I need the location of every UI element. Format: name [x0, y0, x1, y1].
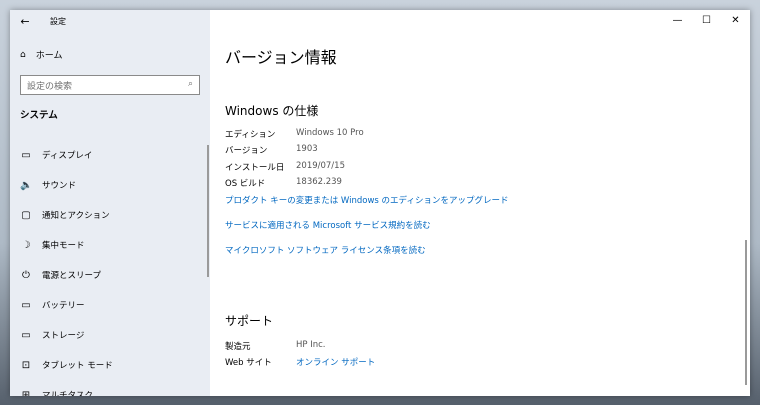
spec-row: エディション Windows 10 Pro: [225, 128, 364, 144]
spec-label: バージョン: [225, 146, 268, 157]
spec-heading: Windows の仕様: [225, 104, 319, 118]
storage-icon: ▭: [21, 329, 31, 341]
battery-icon: ▭: [21, 299, 31, 311]
spec-label: インストール日: [225, 162, 285, 173]
service-agreement-link[interactable]: サービスに適用される Microsoft サービス規約を読む: [225, 219, 431, 231]
spec-value: 18362.239: [296, 176, 342, 187]
spec-row: インストール日 2019/07/15: [225, 161, 364, 177]
sidebar-item-label: タブレット モード: [42, 361, 113, 371]
sidebar-nav: ▭ ディスプレイ 🔈 サウンド ▢ 通知とアクション ☽ 集中モード ⏻ 電源とスリープ ▭ バッテリ…: [10, 140, 210, 397]
sidebar-home[interactable]: ⌂ ホーム: [20, 48, 63, 62]
spec-label: エディション: [225, 130, 276, 140]
notification-icon: ▢: [21, 209, 31, 221]
display-icon: ▭: [21, 149, 31, 161]
sidebar-item-focus[interactable]: ☽ 集中モード: [10, 230, 210, 260]
sidebar-item-label: サウンド: [42, 181, 77, 191]
home-label: ホーム: [35, 51, 63, 61]
settings-window: ← 設定 ⌂ ホーム 設定の検索 ⌕ システム ▭ ディスプレイ 🔈 サウンド ▢ 通知と…: [10, 10, 750, 396]
sidebar-item-label: ディスプレイ: [42, 151, 93, 161]
sidebar-item-label: 電源とスリープ: [42, 271, 101, 281]
sound-icon: 🔈: [20, 179, 33, 191]
spec-value: 2019/07/15: [296, 160, 345, 171]
upgrade-edition-link[interactable]: プロダクト キーの変更または Windows のエディションをアップグレード: [225, 194, 508, 206]
page-title: バージョン情報: [225, 48, 337, 67]
sidebar-item-label: マルチタスク: [42, 391, 94, 396]
spec-value: 1903: [296, 144, 318, 155]
support-list: 製造元 HP Inc. Web サイト オンライン サポート: [225, 340, 375, 373]
spec-label: OS ビルド: [225, 178, 266, 189]
spec-value: Windows 10 Pro: [296, 128, 364, 138]
search-icon[interactable]: ⌕: [188, 79, 193, 91]
online-support-link[interactable]: オンライン サポート: [296, 356, 375, 372]
maker-value: HP Inc.: [296, 340, 326, 350]
spec-row: バージョン 1903: [225, 144, 364, 160]
license-terms-link[interactable]: マイクロソフト ソフトウェア ライセンス条項を読む: [225, 244, 426, 256]
power-icon: ⏻: [22, 269, 30, 281]
focus-icon: ☽: [21, 239, 31, 251]
home-icon: ⌂: [20, 49, 26, 60]
section-heading: システム: [20, 110, 58, 121]
sidebar-item-power[interactable]: ⏻ 電源とスリープ: [10, 260, 210, 290]
sidebar-item-storage[interactable]: ▭ ストレージ: [10, 320, 210, 350]
search-input[interactable]: 設定の検索 ⌕: [20, 75, 200, 95]
main-scrollbar[interactable]: [745, 240, 747, 385]
multitask-icon: ⊞: [21, 389, 31, 397]
search-placeholder: 設定の検索: [27, 82, 73, 92]
minimize-button[interactable]: —: [663, 10, 692, 30]
sidebar: ← 設定 ⌂ ホーム 設定の検索 ⌕ システム ▭ ディスプレイ 🔈 サウンド ▢ 通知と…: [10, 10, 210, 396]
main-content: — ☐ ✕ バージョン情報 Windows の仕様 エディション Windows …: [210, 10, 750, 396]
website-label: Web サイト: [225, 358, 272, 369]
sidebar-item-tablet[interactable]: ⊡ タブレット モード: [10, 350, 210, 380]
sidebar-item-multitask[interactable]: ⊞ マルチタスク: [10, 380, 210, 397]
back-arrow-icon[interactable]: ←: [10, 15, 40, 28]
sidebar-item-label: 集中モード: [42, 241, 85, 251]
sidebar-item-sound[interactable]: 🔈 サウンド: [10, 170, 210, 200]
title-bar: ← 設定: [10, 10, 210, 32]
window-title: 設定: [50, 16, 66, 26]
support-row-maker: 製造元 HP Inc.: [225, 340, 375, 356]
tablet-icon: ⊡: [21, 359, 31, 371]
maker-label: 製造元: [225, 342, 251, 352]
sidebar-scrollbar[interactable]: [207, 145, 209, 277]
sidebar-item-notification[interactable]: ▢ 通知とアクション: [10, 200, 210, 230]
support-row-web: Web サイト オンライン サポート: [225, 356, 375, 372]
close-button[interactable]: ✕: [721, 10, 750, 30]
window-controls: — ☐ ✕: [663, 10, 750, 30]
spec-list: エディション Windows 10 Pro バージョン 1903 インストール日 2019…: [225, 128, 364, 193]
sidebar-item-label: ストレージ: [42, 331, 85, 341]
sidebar-item-label: バッテリー: [42, 301, 85, 311]
sidebar-item-label: 通知とアクション: [42, 211, 110, 221]
support-heading: サポート: [225, 314, 274, 328]
sidebar-item-display[interactable]: ▭ ディスプレイ: [10, 140, 210, 170]
maximize-button[interactable]: ☐: [692, 10, 721, 30]
spec-row: OS ビルド 18362.239: [225, 177, 364, 193]
sidebar-item-battery[interactable]: ▭ バッテリー: [10, 290, 210, 320]
